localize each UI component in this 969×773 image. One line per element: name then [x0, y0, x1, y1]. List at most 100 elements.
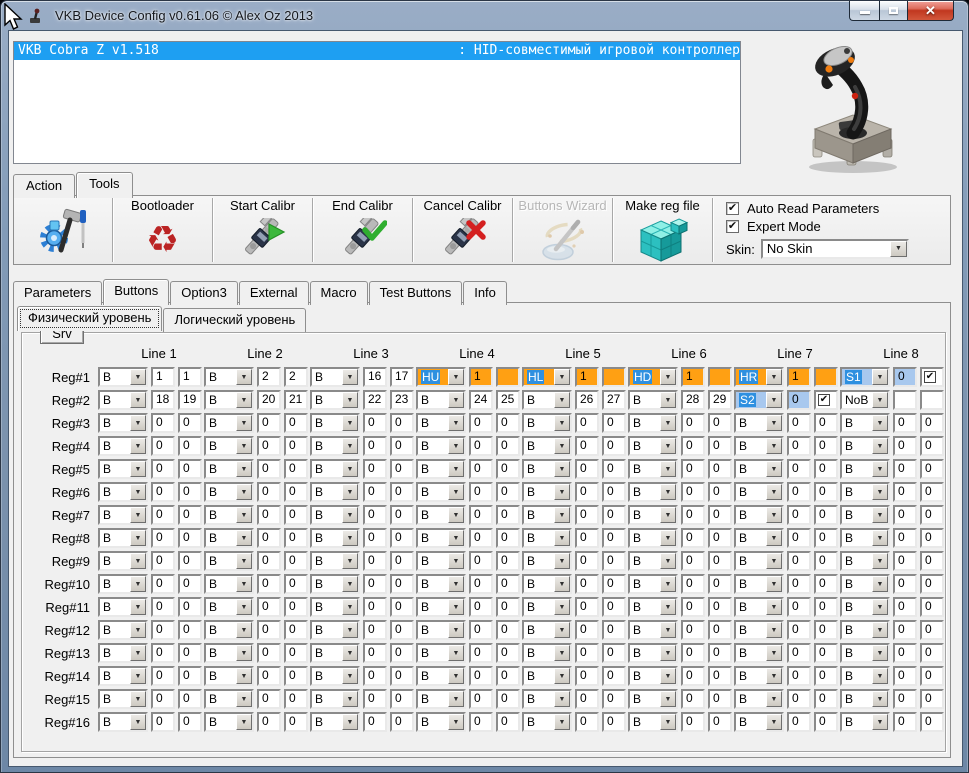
button-type-select[interactable]: B ▼: [204, 620, 254, 640]
button-number-field[interactable]: 0: [151, 436, 175, 456]
button-number-field[interactable]: 0: [787, 712, 811, 732]
button-number-field[interactable]: 1: [151, 367, 175, 387]
button-number-field[interactable]: 0: [575, 459, 599, 479]
button-type-select[interactable]: B ▼: [310, 436, 360, 456]
button-number-field[interactable]: 0: [284, 712, 308, 732]
chevron-down-icon[interactable]: ▼: [448, 691, 464, 707]
chevron-down-icon[interactable]: ▼: [554, 369, 570, 385]
button-number-field[interactable]: 0: [893, 712, 917, 732]
button-type-select[interactable]: B ▼: [98, 712, 148, 732]
button-type-select[interactable]: B ▼: [416, 551, 466, 571]
button-type-select[interactable]: B ▼: [204, 390, 254, 410]
button-type-select[interactable]: B ▼: [734, 643, 784, 663]
button-number-field[interactable]: 0: [390, 413, 414, 433]
button-number-field[interactable]: 0: [151, 620, 175, 640]
button-type-select[interactable]: B ▼: [98, 436, 148, 456]
button-number-field[interactable]: 0: [496, 528, 520, 548]
button-number-field[interactable]: 0: [496, 574, 520, 594]
button-type-select[interactable]: B ▼: [204, 367, 254, 387]
button-number-field[interactable]: 1: [787, 367, 811, 387]
button-number-field[interactable]: 0: [151, 597, 175, 617]
button-type-select[interactable]: B ▼: [522, 528, 572, 548]
button-number-field[interactable]: 0: [284, 666, 308, 686]
button-type-select[interactable]: HU ▼: [416, 367, 466, 387]
button-type-select[interactable]: B ▼: [734, 620, 784, 640]
button-type-select[interactable]: B ▼: [98, 459, 148, 479]
button-number-field[interactable]: 0: [257, 643, 281, 663]
button-number-field[interactable]: 0: [708, 620, 732, 640]
button-type-select[interactable]: B ▼: [98, 620, 148, 640]
button-number-field[interactable]: 0: [496, 689, 520, 709]
button-type-select[interactable]: B ▼: [310, 482, 360, 502]
button-number-field[interactable]: 0: [496, 597, 520, 617]
button-number-field[interactable]: 0: [814, 666, 838, 686]
chevron-down-icon[interactable]: ▼: [236, 576, 252, 592]
chevron-down-icon[interactable]: ▼: [872, 553, 888, 569]
button-type-select[interactable]: B ▼: [628, 551, 678, 571]
button-number-field[interactable]: 0: [893, 551, 917, 571]
button-type-select[interactable]: B ▼: [416, 597, 466, 617]
button-type-select[interactable]: B ▼: [522, 390, 572, 410]
button-type-select[interactable]: B ▼: [522, 574, 572, 594]
button-number-field[interactable]: 0: [602, 482, 626, 502]
button-number-field[interactable]: [920, 390, 944, 410]
button-type-select[interactable]: B ▼: [310, 689, 360, 709]
chevron-down-icon[interactable]: ▼: [554, 691, 570, 707]
button-type-select[interactable]: B ▼: [98, 689, 148, 709]
button-number-field[interactable]: 0: [787, 574, 811, 594]
button-number-field[interactable]: 0: [151, 528, 175, 548]
chevron-down-icon[interactable]: ▼: [342, 484, 358, 500]
button-number-field[interactable]: 0: [284, 459, 308, 479]
button-number-field[interactable]: 0: [151, 712, 175, 732]
chevron-down-icon[interactable]: ▼: [342, 461, 358, 477]
minimize-button[interactable]: [849, 1, 879, 21]
button-number-field[interactable]: 0: [284, 482, 308, 502]
chevron-down-icon[interactable]: ▼: [448, 622, 464, 638]
button-type-select[interactable]: B ▼: [734, 482, 784, 502]
button-type-select[interactable]: B ▼: [98, 390, 148, 410]
button-number-field[interactable]: 0: [284, 689, 308, 709]
button-number-field[interactable]: 0: [257, 620, 281, 640]
button-number-field[interactable]: 0: [681, 413, 705, 433]
button-type-select[interactable]: B ▼: [416, 666, 466, 686]
button-number-field[interactable]: 0: [469, 574, 493, 594]
chevron-down-icon[interactable]: ▼: [766, 461, 782, 477]
button-number-field[interactable]: 0: [814, 712, 838, 732]
button-number-field[interactable]: 0: [681, 643, 705, 663]
button-number-field[interactable]: 0: [787, 390, 811, 410]
chevron-down-icon[interactable]: ▼: [130, 622, 146, 638]
chevron-down-icon[interactable]: ▼: [342, 714, 358, 730]
button-number-field[interactable]: 0: [920, 574, 944, 594]
button-number-field[interactable]: 0: [602, 574, 626, 594]
chevron-down-icon[interactable]: ▼: [342, 691, 358, 707]
button-number-field[interactable]: 0: [390, 482, 414, 502]
button-type-select[interactable]: B ▼: [204, 574, 254, 594]
chevron-down-icon[interactable]: ▼: [236, 438, 252, 454]
button-number-field[interactable]: 0: [178, 712, 202, 732]
button-number-field[interactable]: 0: [575, 712, 599, 732]
button-type-select[interactable]: B ▼: [840, 643, 890, 663]
button-number-field[interactable]: 0: [893, 689, 917, 709]
chevron-down-icon[interactable]: ▼: [342, 438, 358, 454]
button-number-field[interactable]: 0: [575, 643, 599, 663]
button-number-field[interactable]: 0: [496, 551, 520, 571]
button-type-select[interactable]: B ▼: [628, 620, 678, 640]
button-number-field[interactable]: 0: [178, 505, 202, 525]
button-type-select[interactable]: B ▼: [204, 482, 254, 502]
button-type-select[interactable]: B ▼: [734, 459, 784, 479]
chevron-down-icon[interactable]: ▼: [236, 553, 252, 569]
button-number-field[interactable]: 0: [814, 482, 838, 502]
button-type-select[interactable]: S1 ▼: [840, 367, 890, 387]
button-number-field[interactable]: 0: [814, 413, 838, 433]
button-type-select[interactable]: B ▼: [98, 643, 148, 663]
chevron-down-icon[interactable]: ▼: [236, 691, 252, 707]
tab-logical-level[interactable]: Логический уровень: [163, 308, 307, 332]
button-type-select[interactable]: B ▼: [310, 551, 360, 571]
chevron-down-icon[interactable]: ▼: [342, 369, 358, 385]
device-list-item[interactable]: VKB Cobra Z v1.518 : HID-совместимый игр…: [14, 42, 740, 60]
button-number-field[interactable]: 0: [708, 597, 732, 617]
button-number-field[interactable]: 0: [602, 505, 626, 525]
button-number-field[interactable]: 0: [681, 482, 705, 502]
button-number-field[interactable]: 0: [390, 666, 414, 686]
chevron-down-icon[interactable]: ▼: [660, 668, 676, 684]
